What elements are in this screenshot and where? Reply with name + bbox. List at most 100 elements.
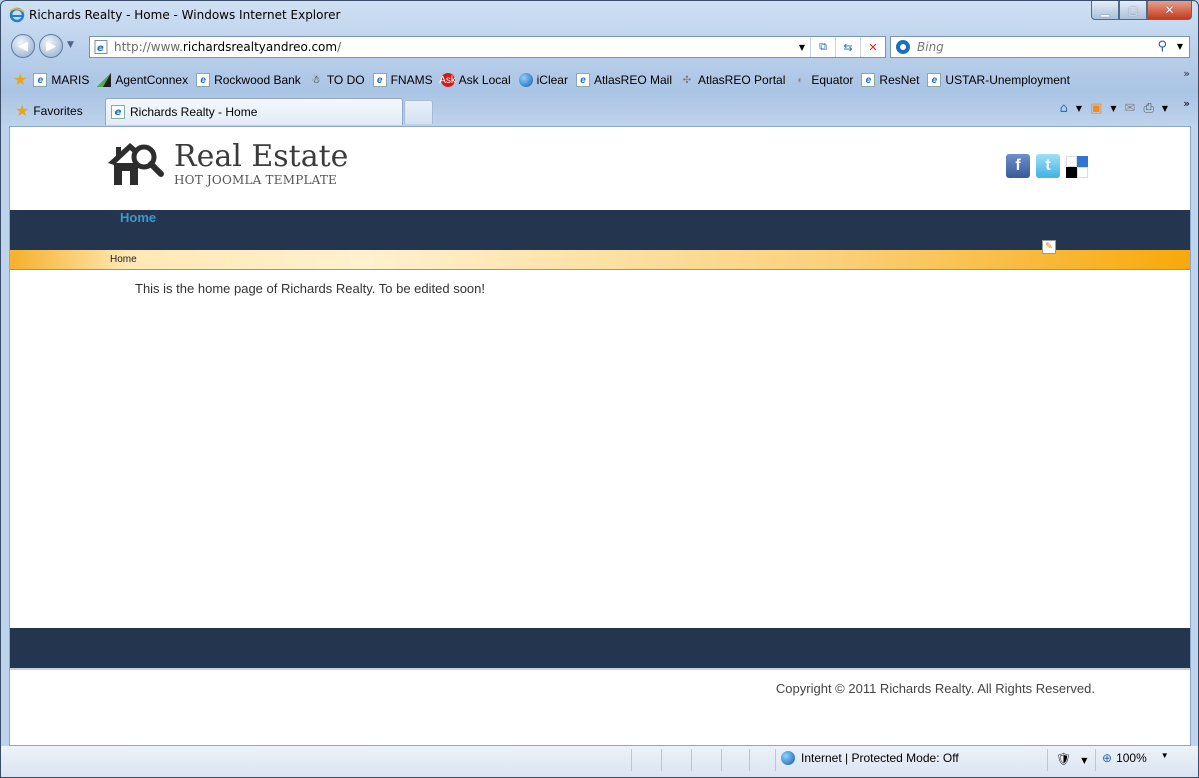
rss-feed-icon[interactable]: ▣ (1090, 101, 1102, 116)
ie-page-icon: e (927, 73, 942, 87)
status-separator (775, 749, 776, 771)
favorites-item-to-do[interactable]: ☃ TO DO (309, 73, 365, 87)
print-dropdown-icon[interactable]: ▼ (1162, 104, 1168, 113)
read-mail-icon[interactable]: ✉ (1125, 101, 1136, 116)
ie-page-icon: e (94, 40, 108, 57)
delicious-icon[interactable] (1066, 154, 1090, 178)
url-domain: richardsrealtyandreo.com (182, 40, 338, 54)
address-dropdown-icon[interactable]: ▼ (794, 37, 810, 57)
tab-title: Richards Realty - Home (130, 105, 258, 119)
address-url[interactable]: http://www.richardsrealtyandreo.com/ (114, 40, 341, 54)
recent-pages-dropdown-icon[interactable]: ▼ (67, 40, 74, 50)
favorites-item-label: Rockwood Bank (214, 73, 301, 87)
tab-bar: ★ Favorites e Richards Realty - Home ⌂ ▼ ▣… (1, 95, 1198, 125)
todo-icon: ☃ (311, 74, 321, 86)
home-icon[interactable]: ⌂ (1060, 101, 1068, 116)
favorites-star-icon: ★ (15, 103, 30, 120)
navigation-bar: ◀ ▶ ▼ e http://www.richardsrealtyandreo.… (1, 32, 1198, 62)
address-bar[interactable]: e http://www.richardsrealtyandreo.com/ ▼… (89, 36, 886, 58)
breadcrumb-home[interactable]: Home (110, 254, 137, 265)
favorites-button[interactable]: ★ Favorites (15, 101, 83, 121)
favorites-bar: ★ e MARIS AgentConnex e Rockwood Bank ☃ TO … (1, 67, 1198, 93)
add-to-favorites-bar-button[interactable]: ★ (13, 70, 27, 90)
maximize-button[interactable]: ▢ (1119, 1, 1147, 20)
favorites-item-fnams[interactable]: e FNAMS (372, 73, 433, 87)
title-bar: Richards Realty - Home - Windows Interne… (1, 1, 1198, 31)
forward-button[interactable]: ▶ (39, 34, 63, 58)
security-zone-label: Internet | Protected Mode: Off (801, 751, 959, 765)
favorites-item-label: Equator (811, 73, 854, 87)
minimize-button[interactable]: ▁ (1091, 1, 1119, 20)
print-icon[interactable]: ⎙ (1143, 101, 1153, 116)
status-separator (691, 749, 692, 771)
breadcrumb: Home (10, 250, 1190, 270)
close-icon: ✕ (1164, 3, 1175, 17)
page-viewport: Real Estate HOT JOOMLA TEMPLATE f t Home… (9, 126, 1191, 746)
protected-mode-settings-icon[interactable]: 🛡 ▼ (1056, 752, 1087, 766)
agentconnex-icon (97, 73, 112, 87)
favorites-item-label: AtlasREO Mail (593, 73, 672, 87)
favorites-item-iclear[interactable]: iClear (518, 73, 568, 87)
edit-pencil-icon[interactable]: ✎ (1042, 240, 1056, 254)
favorites-star-add-icon: ★ (13, 72, 28, 89)
url-suffix: / (337, 40, 342, 54)
status-separator (749, 749, 750, 771)
ie-page-icon: e (33, 73, 48, 87)
feeds-dropdown-icon[interactable]: ▼ (1110, 104, 1116, 113)
favorites-item-label: AtlasREO Portal (698, 73, 786, 87)
status-separator (1047, 749, 1048, 771)
favorites-item-equator[interactable]: ◐ Equator (793, 73, 853, 87)
window-title: Richards Realty - Home - Windows Interne… (29, 8, 341, 22)
maximize-icon: ▢ (1127, 3, 1139, 17)
favorites-item-label: TO DO (326, 73, 365, 87)
close-window-button[interactable]: ✕ (1147, 1, 1192, 20)
status-separator (1095, 749, 1096, 771)
copyright-text: Copyright © 2011 Richards Realty. All Ri… (775, 681, 1095, 696)
command-bar-overflow-chevron-icon[interactable]: » (1183, 97, 1190, 110)
svg-text:e: e (97, 43, 104, 54)
refresh-icon[interactable]: ⇆ (835, 37, 860, 57)
search-placeholder: Bing (917, 40, 944, 54)
arrow-left-icon: ◀ (18, 38, 28, 54)
zoom-control[interactable]: ⊕ 100% ▼ (1102, 751, 1169, 765)
search-options-dropdown-icon[interactable]: ▼ (1177, 42, 1183, 51)
favorites-item-ask-local[interactable]: Ask Ask Local (439, 73, 511, 87)
back-button[interactable]: ◀ (11, 34, 35, 58)
favorites-item-label: MARIS (51, 73, 90, 87)
home-dropdown-icon[interactable]: ▼ (1076, 104, 1082, 113)
favorites-overflow-chevron-icon[interactable]: » (1183, 67, 1190, 80)
ie-page-icon: e (861, 73, 876, 87)
favorites-item-ustar-unemployment[interactable]: e USTAR-Unemployment (927, 73, 1070, 87)
zoom-dropdown-icon[interactable]: ▼ (1161, 751, 1169, 765)
ask-icon: Ask (439, 73, 456, 87)
stop-icon[interactable]: ✕ (860, 37, 885, 57)
favorites-item-atlasreo-portal[interactable]: ✣ AtlasREO Portal (680, 73, 786, 87)
compatibility-view-icon[interactable]: ⧉ (810, 37, 835, 57)
favorites-item-rockwood-bank[interactable]: e Rockwood Bank (196, 73, 301, 87)
ie-page-icon: e (111, 105, 125, 119)
protected-mode-dropdown-icon[interactable]: ▼ (1081, 756, 1087, 765)
tab-richards-realty-home[interactable]: e Richards Realty - Home (105, 98, 403, 125)
favorites-item-atlasreo-mail[interactable]: e AtlasREO Mail (575, 73, 672, 87)
favorites-item-resnet[interactable]: e ResNet (861, 73, 919, 87)
twitter-icon[interactable]: t (1036, 154, 1060, 178)
globe-icon (518, 73, 533, 87)
search-icon[interactable]: ⚲ (1157, 39, 1167, 54)
search-box[interactable]: Bing ⚲ ▼ (890, 36, 1190, 58)
new-tab-button[interactable] (404, 100, 433, 124)
status-separator (721, 749, 722, 771)
page-body-text: This is the home page of Richards Realty… (135, 281, 485, 296)
atlas-icon: ✣ (682, 74, 692, 86)
favorites-item-label: Ask Local (458, 73, 511, 87)
status-separator (631, 749, 632, 771)
favorites-item-agentconnex[interactable]: AgentConnex (97, 73, 188, 87)
security-zone[interactable]: Internet | Protected Mode: Off (781, 751, 959, 765)
house-magnifier-logo-icon (106, 139, 164, 190)
status-bar: Internet | Protected Mode: Off 🛡 ▼ ⊕ 100%… (1, 746, 1198, 777)
favorites-item-maris[interactable]: e MARIS (33, 73, 89, 87)
browser-window: Richards Realty - Home - Windows Interne… (0, 0, 1199, 778)
site-main-menu: Home (10, 210, 1190, 250)
favorites-item-label: USTAR-Unemployment (945, 73, 1070, 87)
facebook-icon[interactable]: f (1006, 154, 1030, 178)
menu-item-home[interactable]: Home (120, 210, 156, 225)
